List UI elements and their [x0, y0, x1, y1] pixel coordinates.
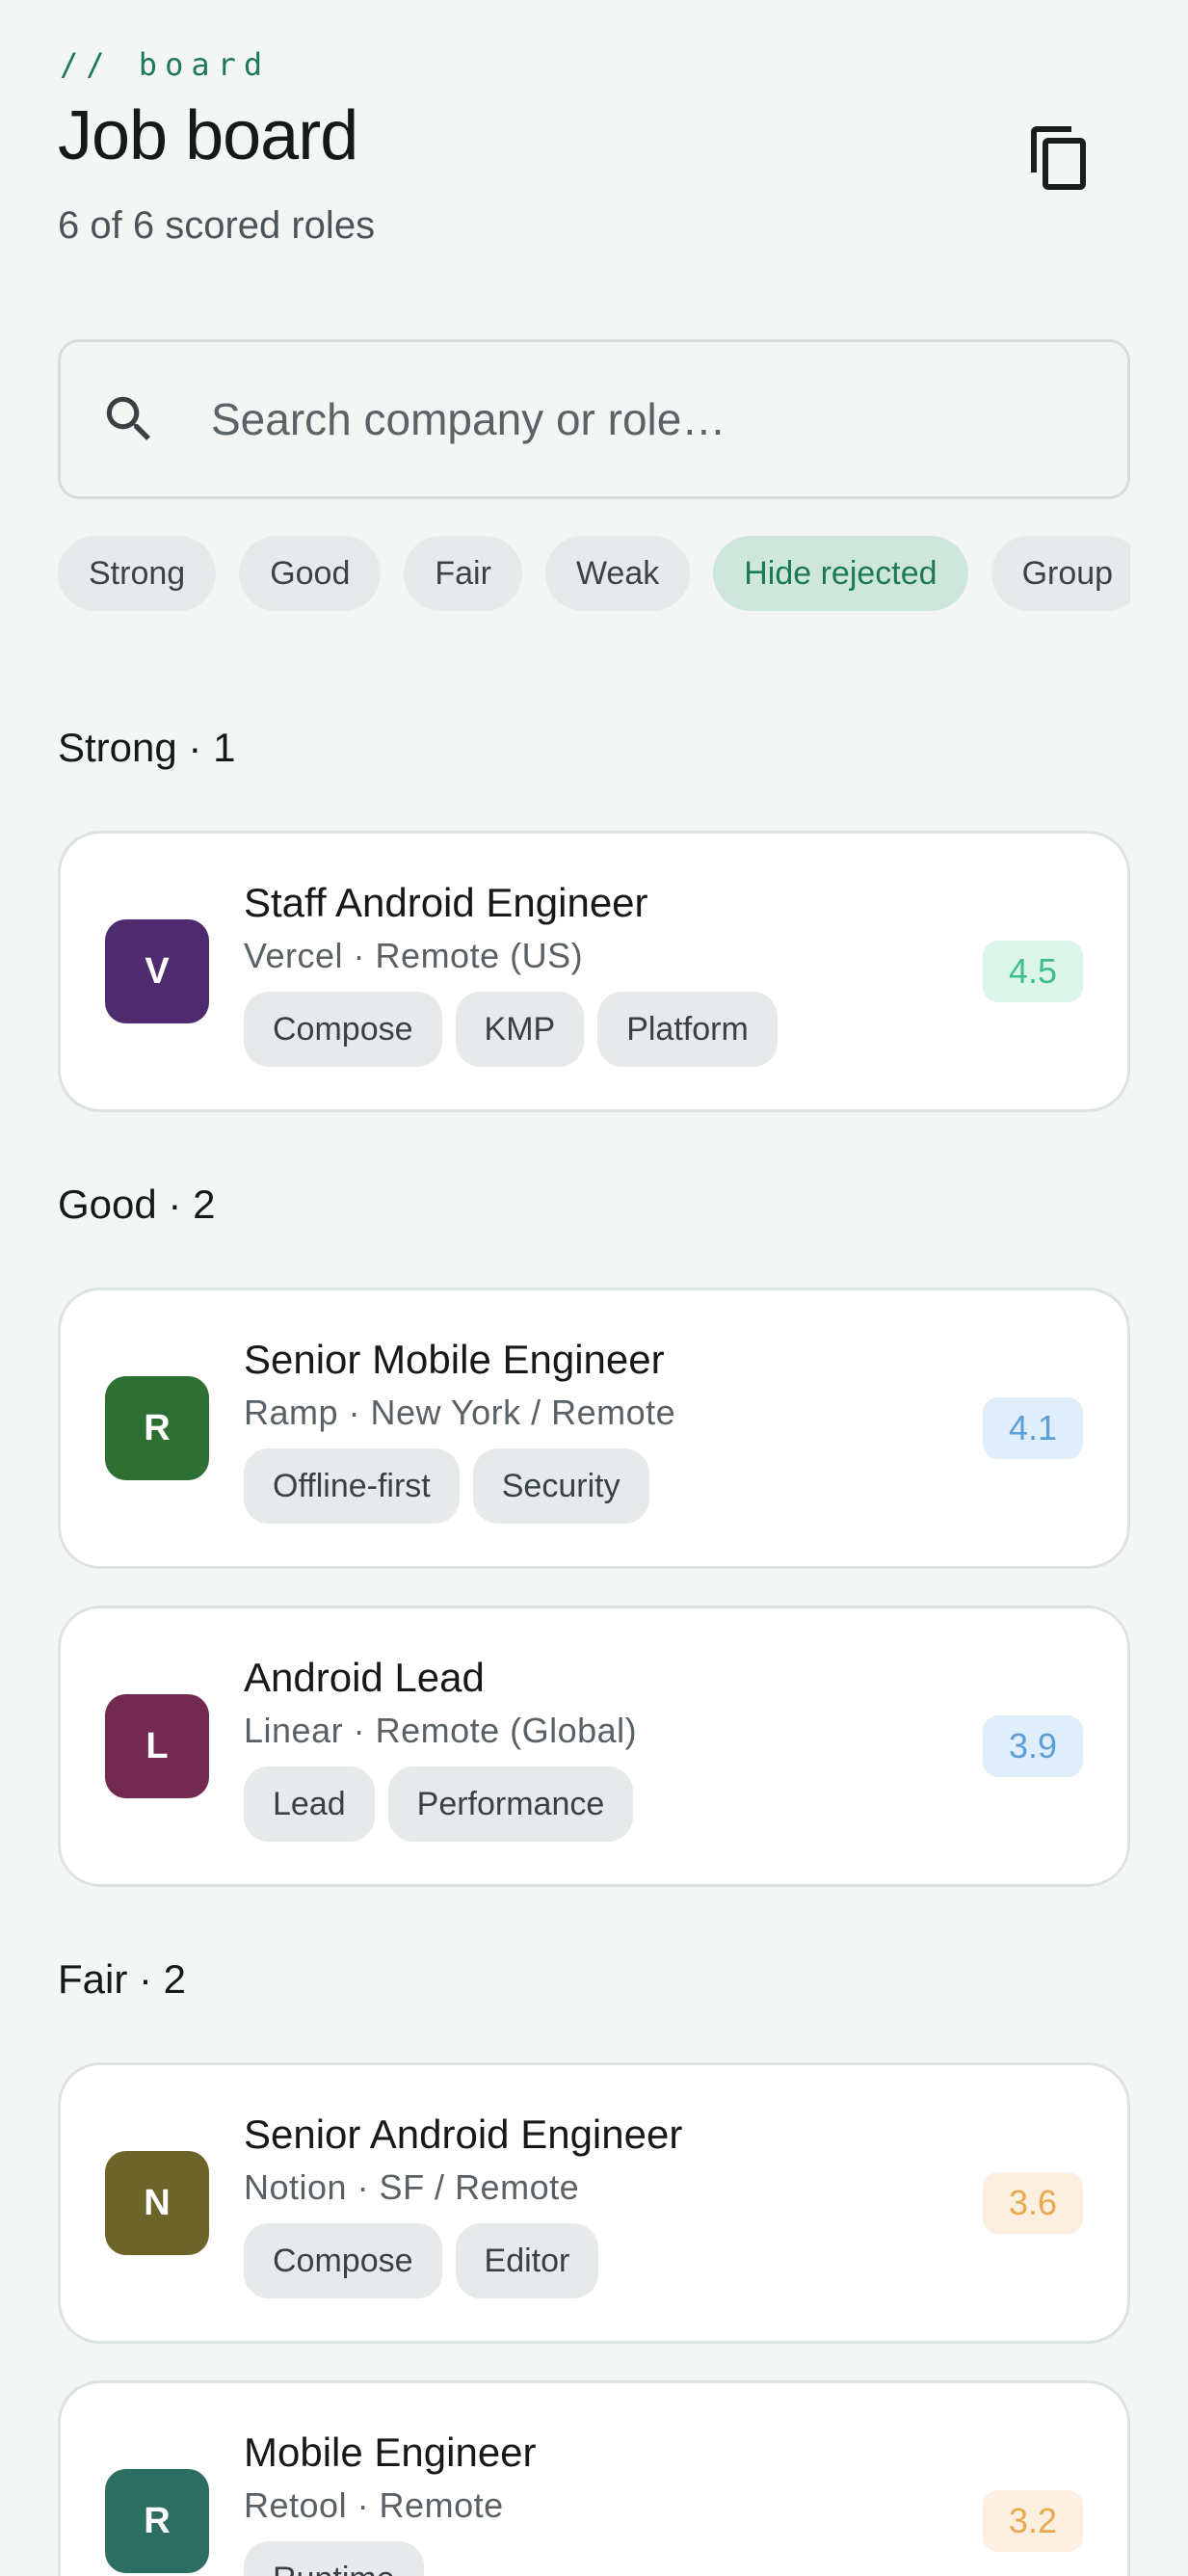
job-tag: Compose: [244, 992, 442, 1067]
job-tags: Compose Editor: [244, 2223, 599, 2298]
score-badge: 4.1: [983, 1397, 1083, 1459]
job-title: Android Lead: [244, 1655, 485, 1700]
search-icon: [106, 396, 150, 440]
page-subtitle: 6 of 6 scored roles: [58, 204, 376, 247]
job-card[interactable]: R Mobile Engineer Retool · Remote Runtime 3.…: [58, 2380, 1130, 2576]
job-title: Staff Android Engineer: [244, 880, 648, 925]
job-board-screen: // board Job board 6 of 6 scored roles S…: [0, 0, 1188, 2576]
filter-chip-fair[interactable]: Fair: [404, 536, 522, 611]
job-tags: Compose KMP Platform: [244, 992, 778, 1067]
job-card[interactable]: V Staff Android Engineer Vercel · Remote (…: [58, 831, 1130, 1112]
score-badge: 4.5: [983, 941, 1083, 1002]
job-tag: Editor: [455, 2223, 599, 2298]
score-badge: 3.9: [983, 1715, 1083, 1777]
job-meta: Vercel · Remote (US): [244, 936, 584, 975]
copy-button[interactable]: [1010, 108, 1110, 208]
job-card[interactable]: N Senior Android Engineer Notion · SF / Re…: [58, 2062, 1130, 2344]
job-tag: Runtime: [244, 2541, 424, 2576]
score-badge: 3.2: [983, 2490, 1083, 2552]
job-tag: Compose: [244, 2223, 442, 2298]
company-avatar: N: [105, 2151, 209, 2255]
job-title: Senior Mobile Engineer: [244, 1337, 665, 1382]
job-title: Mobile Engineer: [244, 2430, 537, 2475]
filter-chip-weak[interactable]: Weak: [544, 536, 691, 611]
job-meta: Linear · Remote (Global): [244, 1711, 638, 1750]
page-title: Job board: [58, 97, 358, 174]
job-tag: Lead: [244, 1766, 375, 1842]
job-tag: Security: [472, 1448, 649, 1524]
job-tag: KMP: [455, 992, 585, 1067]
section-heading: Strong · 1: [58, 725, 236, 770]
job-tag: Platform: [597, 992, 778, 1067]
search-bar[interactable]: [58, 339, 1130, 499]
filter-chip-good[interactable]: Good: [239, 536, 382, 611]
job-title: Senior Android Engineer: [244, 2111, 683, 2157]
job-card[interactable]: R Senior Mobile Engineer Ramp · New York /…: [58, 1288, 1130, 1569]
job-tags: Offline-first Security: [244, 1448, 649, 1524]
filter-chip-hide-rejected[interactable]: Hide rejected: [713, 536, 968, 611]
eyebrow-label: // board: [60, 46, 271, 83]
search-input[interactable]: [211, 342, 1098, 496]
job-meta: Retool · Remote: [244, 2485, 504, 2525]
job-tags: Lead Performance: [244, 1766, 634, 1842]
score-badge: 3.6: [983, 2172, 1083, 2234]
filter-chip-strong[interactable]: Strong: [58, 536, 217, 611]
job-tags: Runtime: [244, 2541, 424, 2576]
company-avatar: R: [105, 1376, 209, 1480]
section-heading: Good · 2: [58, 1182, 216, 1227]
job-tag: Performance: [387, 1766, 634, 1842]
job-meta: Ramp · New York / Remote: [244, 1393, 676, 1432]
job-card[interactable]: L Android Lead Linear · Remote (Global) Lea…: [58, 1606, 1130, 1887]
filter-chips: Strong Good Fair Weak Hide rejected Group: [58, 536, 1130, 611]
section-heading: Fair · 2: [58, 1956, 187, 2002]
copy-icon: [1031, 126, 1086, 190]
filter-chip-group[interactable]: Group: [990, 536, 1130, 611]
company-avatar: R: [105, 2469, 209, 2573]
company-avatar: L: [105, 1694, 209, 1798]
job-tag: Offline-first: [244, 1448, 460, 1524]
company-avatar: V: [105, 919, 209, 1023]
job-meta: Notion · SF / Remote: [244, 2167, 580, 2207]
